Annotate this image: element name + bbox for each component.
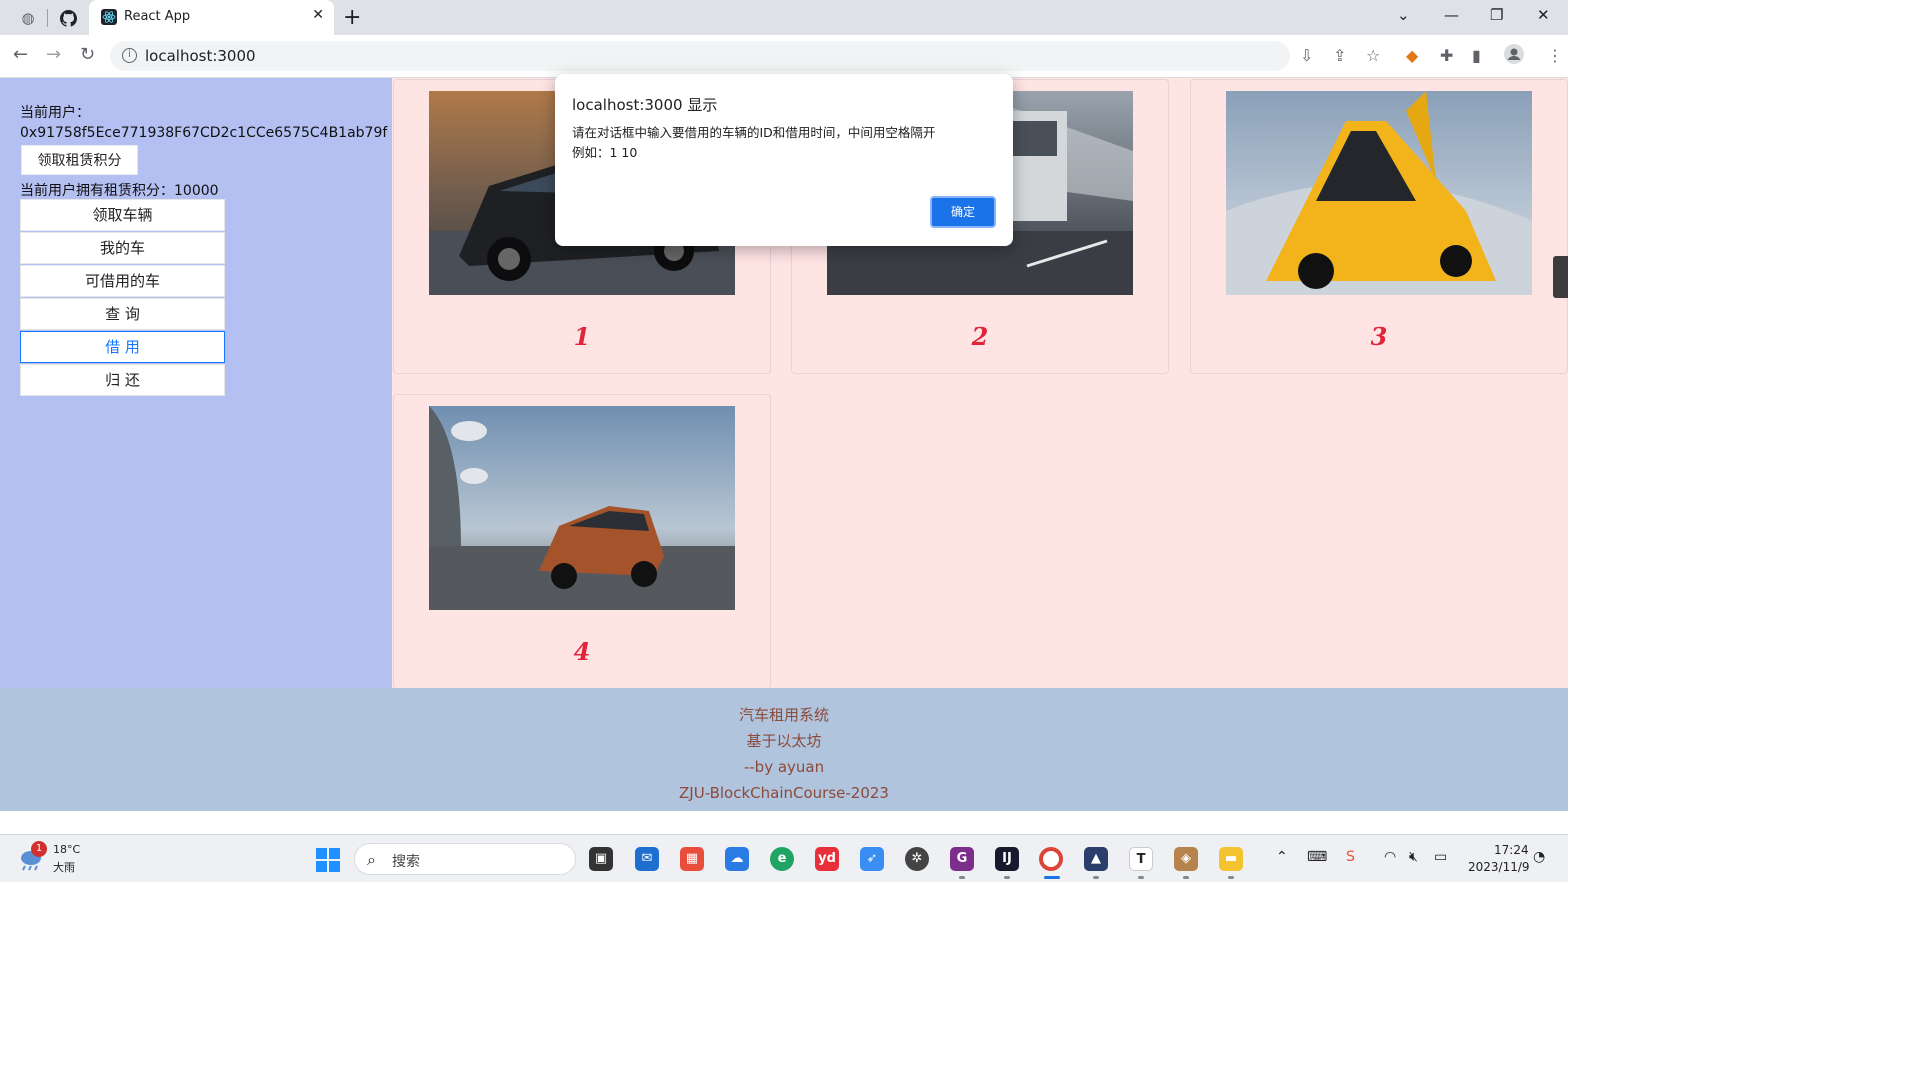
running-indicator [1093,876,1099,879]
edge-icon[interactable]: e [770,847,794,871]
cat-app-icon[interactable]: ▲ [1084,847,1108,871]
page-footer: 汽车租用系统 基于以太坊 --by ayuan ZJU-BlockChainCo… [0,688,1568,811]
site-info-icon[interactable]: i [122,48,137,63]
chevron-up-icon[interactable]: ⌃ [1276,849,1288,865]
points-balance: 当前用户拥有租赁积分：10000 [20,183,219,199]
car-card-4[interactable]: 4 [393,394,771,689]
menu-my-cars[interactable]: 我的车 [20,232,225,264]
youdao-icon[interactable]: yd [815,847,839,871]
bookmark-star-icon[interactable]: ☆ [1366,46,1380,65]
current-user-label: 当前用户： [20,105,90,121]
box-app-icon[interactable]: ◈ [1174,847,1198,871]
share-icon[interactable]: ⇪ [1333,46,1346,65]
weather-description[interactable]: 大雨 [53,859,75,875]
dialog-message-line: 请在对话框中输入要借用的车辆的ID和借用时间，中间用空格隔开 [572,125,936,140]
running-indicator [959,876,965,879]
minimize-icon[interactable]: — [1444,6,1459,24]
footer-subtitle: 基于以太坊 [746,732,822,750]
clock-date[interactable]: 2023/11/9 [1468,860,1530,874]
profile-avatar-icon[interactable] [1504,44,1524,68]
sidebar: 当前用户： 0x91758f5Ece771938F67CD2c1CCe6575C… [0,78,392,688]
extensions-puzzle-icon[interactable]: ✚ [1440,46,1453,65]
notification-bell-icon[interactable]: ◔ [1533,849,1545,865]
clock-time[interactable]: 17:24 [1494,843,1529,857]
tab-react-app[interactable]: React App ✕ [89,0,334,35]
alert-dialog: localhost:3000 显示 请在对话框中输入要借用的车辆的ID和借用时间… [555,74,1013,246]
close-window-icon[interactable]: ✕ [1537,6,1550,24]
dialog-message-example: 例如：1 10 [572,145,638,160]
side-panel-icon[interactable]: ▮ [1472,46,1481,65]
car-id-label: 3 [1370,322,1388,351]
address-bar[interactable]: i localhost:3000 [110,41,1290,71]
dialog-message: 请在对话框中输入要借用的车辆的ID和借用时间，中间用空格隔开 例如：1 10 [572,123,935,163]
menu-return[interactable]: 归 还 [20,364,225,396]
running-indicator-active [1044,876,1060,879]
new-tab-button[interactable]: + [343,5,361,30]
footer-system-name: 汽车租用系统 [738,706,829,724]
menu-query[interactable]: 查 询 [20,298,225,330]
footer-author: --by ayuan [743,758,825,776]
car-id-label: 1 [573,322,591,351]
running-indicator [1138,876,1144,879]
claim-points-button[interactable]: 领取租赁积分 [21,145,138,175]
close-tab-icon[interactable]: ✕ [312,7,324,23]
tab-title: React App [124,9,191,24]
pdf-app-icon[interactable]: G [950,847,974,871]
car-id-label: 4 [573,637,591,666]
store-icon[interactable]: ▦ [680,847,704,871]
tab-search-icon[interactable]: ⌄ [1397,6,1410,24]
car-photo-hatchback [429,406,735,610]
github-tab-icon[interactable] [57,7,79,29]
wifi-icon[interactable]: ◠ [1384,849,1396,865]
intellij-icon[interactable]: IJ [995,847,1019,871]
chatgpt-icon[interactable]: ✲ [905,847,929,871]
notification-badge: 1 [31,841,47,857]
windows-start-icon[interactable] [316,848,340,872]
browser-toolbar: ← → ↻ i localhost:3000 ⇩ ⇪ ☆ ◆ ✚ ▮ ⋮ [0,35,1568,78]
reload-icon[interactable]: ↻ [80,44,95,65]
current-user-address: 0x91758f5Ece771938F67CD2c1CCe6575C4B1ab7… [20,125,388,141]
search-placeholder: 搜索 [392,854,420,870]
metamask-fox-icon[interactable]: ◆ [1406,46,1418,65]
task-view-icon[interactable]: ▣ [589,847,613,871]
taskbar-search[interactable]: ⌕ 搜索 [354,843,576,875]
windows-taskbar: 1 18°C 大雨 ⌕ 搜索 ▣ ✉ ▦ ☁ e yd ➶ ✲ G IJ ▲ T… [0,834,1568,882]
dialog-ok-button[interactable]: 确定 [930,196,996,228]
sogou-ime-icon[interactable]: S [1346,849,1355,865]
tab-separator [47,9,48,27]
input-method-icon[interactable]: ⌨ [1307,849,1327,865]
volume-muted-icon[interactable]: 🔇︎ [1409,849,1418,865]
search-icon: ⌕ [367,850,376,869]
footer-course: ZJU-BlockChainCourse-2023 [679,784,889,802]
typora-icon[interactable]: T [1129,847,1153,871]
dialog-title: localhost:3000 显示 [572,96,718,114]
menu-claim-car[interactable]: 领取车辆 [20,199,225,231]
car-id-label: 2 [971,322,989,351]
running-indicator [1004,876,1010,879]
browser-tab-strip: ◍ React App ✕ + ⌄ — ❐ ✕ [0,0,1568,35]
menu-kebab-icon[interactable]: ⋮ [1547,46,1563,65]
chrome-icon[interactable] [1039,847,1063,871]
running-indicator [1183,876,1189,879]
car-card-3[interactable]: 3 [1190,79,1568,374]
menu-borrow[interactable]: 借 用 [20,331,225,363]
back-icon[interactable]: ← [13,44,28,65]
globe-tab-icon[interactable]: ◍ [17,7,39,29]
sidebar-menu: 领取车辆 我的车 可借用的车 查 询 借 用 归 还 [20,199,225,397]
file-explorer-icon[interactable]: ▬ [1219,847,1243,871]
weather-temperature[interactable]: 18°C [53,843,80,856]
url-text: localhost:3000 [145,47,256,65]
menu-available-cars[interactable]: 可借用的车 [20,265,225,297]
react-logo-icon [101,9,117,25]
car-photo-supercar [1226,91,1532,295]
bird-app-icon[interactable]: ➶ [860,847,884,871]
forward-icon[interactable]: → [46,44,61,65]
mail-icon[interactable]: ✉ [635,847,659,871]
battery-icon[interactable]: ▭ [1434,849,1447,865]
install-icon[interactable]: ⇩ [1300,46,1313,65]
onedrive-icon[interactable]: ☁ [725,847,749,871]
restore-icon[interactable]: ❐ [1490,6,1503,24]
side-scroll-handle[interactable] [1553,256,1568,298]
running-indicator [1228,876,1234,879]
